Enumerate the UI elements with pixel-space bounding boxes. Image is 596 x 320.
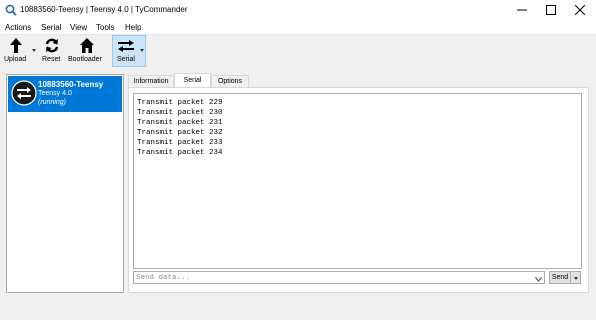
serial-output-line: Transmit packet 234 [137, 149, 223, 157]
send-data-input[interactable] [136, 273, 532, 283]
serial-tab-panel: Transmit packet 229 Transmit packet 230 Tr… [128, 87, 589, 293]
device-status: (running) [38, 99, 67, 106]
send-data-field[interactable] [133, 271, 545, 284]
send-options-button[interactable] [571, 271, 581, 284]
maximize-icon [546, 5, 556, 15]
serial-toggle-button[interactable]: Serial [112, 35, 146, 67]
upload-dropdown-icon[interactable] [32, 49, 36, 52]
status-bar [0, 300, 596, 320]
serial-swap-icon [118, 40, 134, 54]
menu-bar: Actions Serial View Tools Help [0, 20, 596, 35]
serial-label: Serial [117, 56, 135, 63]
tycommander-app-icon [5, 4, 17, 16]
reset-button[interactable]: Reset [40, 35, 64, 67]
title-bar: 10883560-Teensy | Teensy 4.0 | TyCommand… [0, 0, 596, 20]
device-name: 10883560-Teensy [38, 80, 104, 89]
upload-button[interactable]: Upload [3, 35, 37, 67]
close-icon [575, 5, 585, 15]
serial-dropdown-icon[interactable] [140, 49, 144, 52]
device-model: Teensy 4.0 [38, 90, 72, 97]
minimize-icon [517, 9, 527, 11]
device-list: 10883560-Teensy Teensy 4.0 (running) [6, 74, 124, 293]
reset-icon [45, 38, 59, 55]
menu-actions[interactable]: Actions [5, 23, 31, 32]
send-button[interactable]: Send [549, 271, 571, 284]
reset-label: Reset [42, 56, 61, 63]
upload-label: Upload [4, 56, 27, 63]
tab-information[interactable]: Information [128, 75, 174, 87]
serial-output-line: Transmit packet 229 [137, 99, 223, 107]
home-icon [80, 38, 94, 55]
serial-output-line: Transmit packet 230 [137, 109, 223, 117]
tab-options[interactable]: Options [211, 75, 249, 87]
device-list-item[interactable]: 10883560-Teensy Teensy 4.0 (running) [8, 76, 122, 112]
bootloader-button[interactable]: Bootloader [67, 35, 107, 67]
upload-arrow-icon [9, 38, 23, 55]
toolbar: Upload Reset Bootloader Serial [0, 35, 596, 68]
send-options-dropdown-icon [574, 277, 578, 280]
window-title: 10883560-Teensy | Teensy 4.0 | TyCommand… [20, 5, 188, 14]
bootloader-label: Bootloader [68, 56, 102, 63]
close-button[interactable] [566, 0, 594, 20]
menu-help[interactable]: Help [125, 23, 141, 32]
menu-serial[interactable]: Serial [41, 23, 61, 32]
history-dropdown-icon[interactable] [535, 275, 542, 284]
serial-output[interactable]: Transmit packet 229 Transmit packet 230 Tr… [133, 93, 582, 269]
menu-tools[interactable]: Tools [96, 23, 115, 32]
tab-serial[interactable]: Serial [174, 73, 211, 87]
serial-output-line: Transmit packet 232 [137, 129, 223, 137]
serial-output-line: Transmit packet 231 [137, 119, 223, 127]
serial-device-icon [11, 80, 37, 106]
serial-output-line: Transmit packet 233 [137, 139, 223, 147]
maximize-button[interactable] [537, 0, 565, 20]
minimize-button[interactable] [508, 0, 536, 20]
menu-view[interactable]: View [70, 23, 87, 32]
